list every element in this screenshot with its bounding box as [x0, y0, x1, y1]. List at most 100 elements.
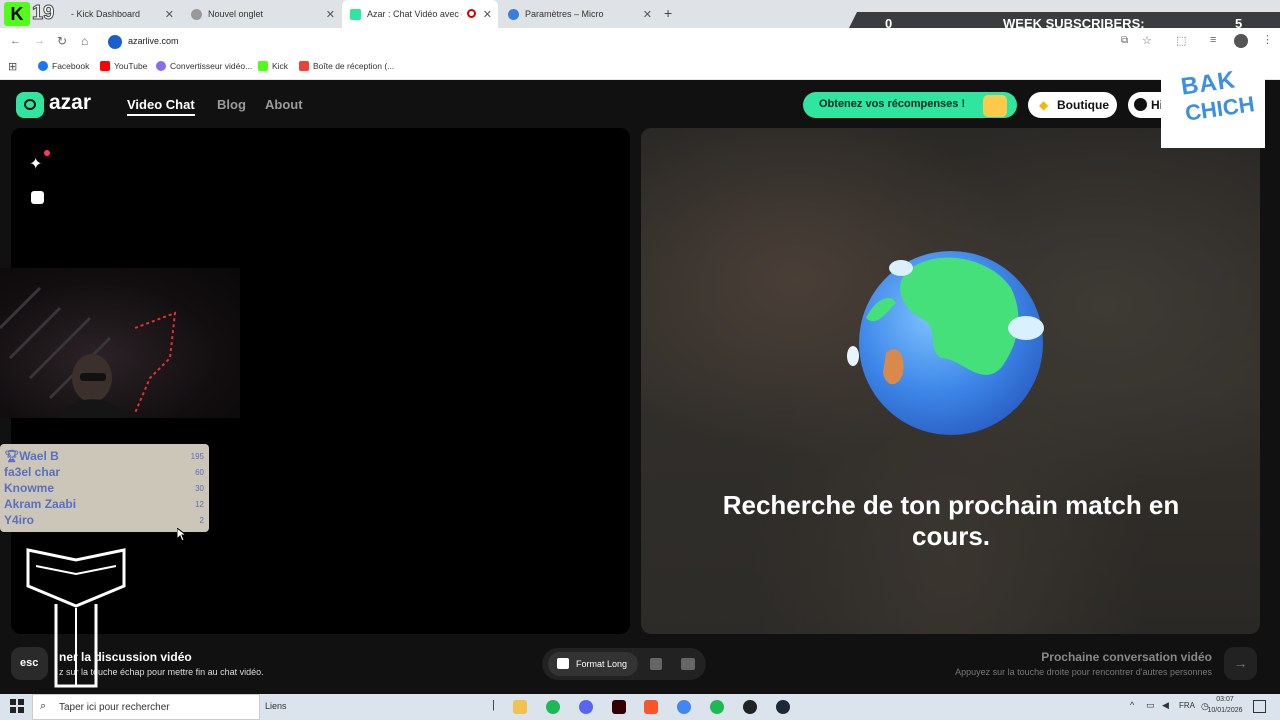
apps-icon[interactable]: ⊞ — [8, 60, 17, 73]
sticker-icon[interactable] — [31, 191, 44, 204]
spotify-icon[interactable] — [546, 700, 560, 714]
tab-azar[interactable]: Azar : Chat Vidéo avec de ✕ — [342, 0, 498, 28]
windows-taskbar: ⌕ Taper ici pour rechercher Liens | ^ ▭ … — [0, 694, 1280, 720]
bookmark-label: Facebook — [52, 61, 90, 71]
home-icon[interactable]: ⌂ — [81, 34, 88, 48]
gift-icon — [983, 95, 1007, 117]
bookmark-converter[interactable]: Convertisseur vidéo... — [156, 61, 252, 71]
windows-start-icon[interactable] — [10, 699, 24, 713]
extensions-icon[interactable]: ⬚ — [1176, 34, 1186, 47]
azar-logo-text[interactable]: azar — [49, 91, 91, 115]
links-toolbar-label[interactable]: Liens — [265, 701, 287, 711]
bookmark-facebook[interactable]: Facebook — [38, 61, 89, 71]
partner-video-panel: Recherche de ton prochain match en cours… — [641, 128, 1260, 634]
gear-icon — [508, 8, 519, 20]
volume-icon[interactable]: ◀ — [1162, 700, 1169, 711]
notification-dot — [44, 150, 50, 156]
bookmark-label: YouTube — [114, 61, 148, 71]
network-icon[interactable]: ▭ — [1146, 700, 1155, 711]
bookmarks-bar: ⊞ Facebook YouTube Convertisseur vidéo..… — [0, 56, 1280, 80]
diamond-icon: ◆ — [1039, 98, 1049, 112]
bookmark-label: Kick — [272, 61, 289, 71]
bookmark-label: Convertisseur vidéo... — [170, 61, 253, 71]
globe-icon — [847, 251, 1044, 435]
tab-label: Paramètres – Micro — [525, 9, 604, 19]
bookmark-gmail[interactable]: Boîte de réception (... — [299, 61, 394, 71]
nav-blog[interactable]: Blog — [217, 97, 246, 112]
spotify-icon-2[interactable] — [710, 700, 724, 714]
search-status-text: Recherche de ton prochain match en cours… — [722, 490, 1180, 551]
azar-logo-icon[interactable] — [16, 92, 44, 118]
tab-settings-micro[interactable]: Paramètres – Micro ✕ — [500, 0, 658, 28]
leaderboard-row: Knowme 30 — [4, 480, 204, 496]
url-text: azarlive.com — [128, 36, 179, 46]
taskbar-time[interactable]: 03:07 — [1212, 696, 1238, 703]
forward-icon[interactable]: → — [34, 35, 45, 47]
facebook-icon — [38, 61, 48, 71]
leaderboard-score: 12 — [195, 499, 204, 509]
close-icon[interactable]: ✕ — [483, 8, 492, 21]
steam-icon[interactable] — [776, 700, 790, 714]
azar-icon — [350, 8, 361, 20]
toolbar-separator: | — [492, 699, 495, 711]
illustrator-icon[interactable] — [612, 700, 626, 714]
tab-new-tab[interactable]: Nouvel onglet ✕ — [183, 0, 341, 28]
notifications-icon[interactable] — [1253, 700, 1266, 713]
nav-about[interactable]: About — [265, 97, 303, 112]
taskbar-search-box[interactable]: ⌕ Taper ici pour rechercher — [32, 694, 260, 720]
leaderboard-name: Akram Zaabi — [4, 497, 77, 511]
close-icon[interactable]: ✕ — [165, 8, 174, 21]
sparkle-effects-icon[interactable]: ✦ — [29, 154, 42, 174]
file-explorer-icon[interactable] — [513, 700, 527, 714]
format-long-label: Format Long — [576, 659, 628, 669]
url-field[interactable]: azarlive.com — [104, 32, 1104, 52]
leaderboard-score: 60 — [195, 467, 204, 477]
brave-icon[interactable] — [644, 700, 658, 714]
menu-list-icon[interactable]: ≡ — [1210, 34, 1216, 46]
more-icon[interactable]: ⋮ — [1262, 33, 1273, 46]
next-chat-title: Prochaine conversation vidéo — [1041, 650, 1212, 664]
format-long-button[interactable]: Format Long — [548, 652, 638, 676]
kick-logo-icon: K — [4, 2, 30, 26]
chevron-up-icon[interactable]: ^ — [1130, 700, 1134, 710]
rewards-label: Obtenez vos récompenses ! — [819, 98, 966, 110]
counter-value: 19 — [31, 2, 55, 25]
address-bar-row: ← → ↻ ⌂ azarlive.com ⧉ ☆ ⬚ ≡ ⋮ — [0, 28, 1280, 56]
new-tab-button[interactable]: + — [664, 5, 672, 21]
bookmark-label: Boîte de réception (... — [313, 61, 395, 71]
close-icon[interactable]: ✕ — [326, 8, 335, 21]
bookmark-youtube[interactable]: YouTube — [100, 61, 147, 71]
taskbar-date[interactable]: 10/01/2026 — [1201, 707, 1249, 714]
chrome-icon[interactable] — [677, 700, 691, 714]
leaderboard-name: fa3el char — [4, 465, 61, 479]
stacked-layout-icon[interactable] — [650, 658, 662, 670]
leaderboard-score: 2 — [199, 515, 204, 525]
next-arrow-button[interactable]: → — [1224, 647, 1257, 680]
avatar[interactable] — [1234, 34, 1248, 48]
leaderboard-score: 30 — [195, 483, 204, 493]
nav-video-chat[interactable]: Video Chat — [127, 97, 195, 116]
bookmark-star-icon[interactable]: ☆ — [1142, 34, 1152, 47]
kick-icon — [258, 61, 268, 71]
bookmark-kick[interactable]: Kick — [258, 61, 288, 71]
leaderboard-score: 195 — [190, 451, 204, 461]
back-icon[interactable]: ← — [10, 35, 21, 47]
leaderboard-row: Y4iro 2 — [4, 512, 204, 528]
format-switcher: Format Long — [542, 648, 706, 680]
install-icon[interactable]: ⧉ — [1121, 35, 1128, 46]
leaderboard-name: Knowme — [4, 481, 55, 495]
discord-icon[interactable] — [579, 700, 593, 714]
language-indicator[interactable]: FRA — [1179, 701, 1195, 710]
site-info-icon[interactable] — [108, 35, 122, 49]
reload-icon[interactable]: ↻ — [57, 34, 67, 48]
search-placeholder: Taper ici pour rechercher — [59, 702, 170, 713]
split-layout-icon — [557, 658, 569, 669]
recording-icon — [467, 9, 476, 18]
grid-layout-icon[interactable] — [681, 658, 695, 670]
close-icon[interactable]: ✕ — [643, 8, 652, 21]
rewards-button[interactable]: Obtenez vos récompenses ! — [803, 92, 1017, 118]
tab-label: Azar : Chat Vidéo avec de — [367, 9, 462, 19]
obs-icon[interactable] — [743, 700, 757, 714]
bakchich-logo: BAK CHICH — [1161, 60, 1265, 148]
shop-button[interactable]: ◆ Boutique — [1028, 92, 1117, 118]
